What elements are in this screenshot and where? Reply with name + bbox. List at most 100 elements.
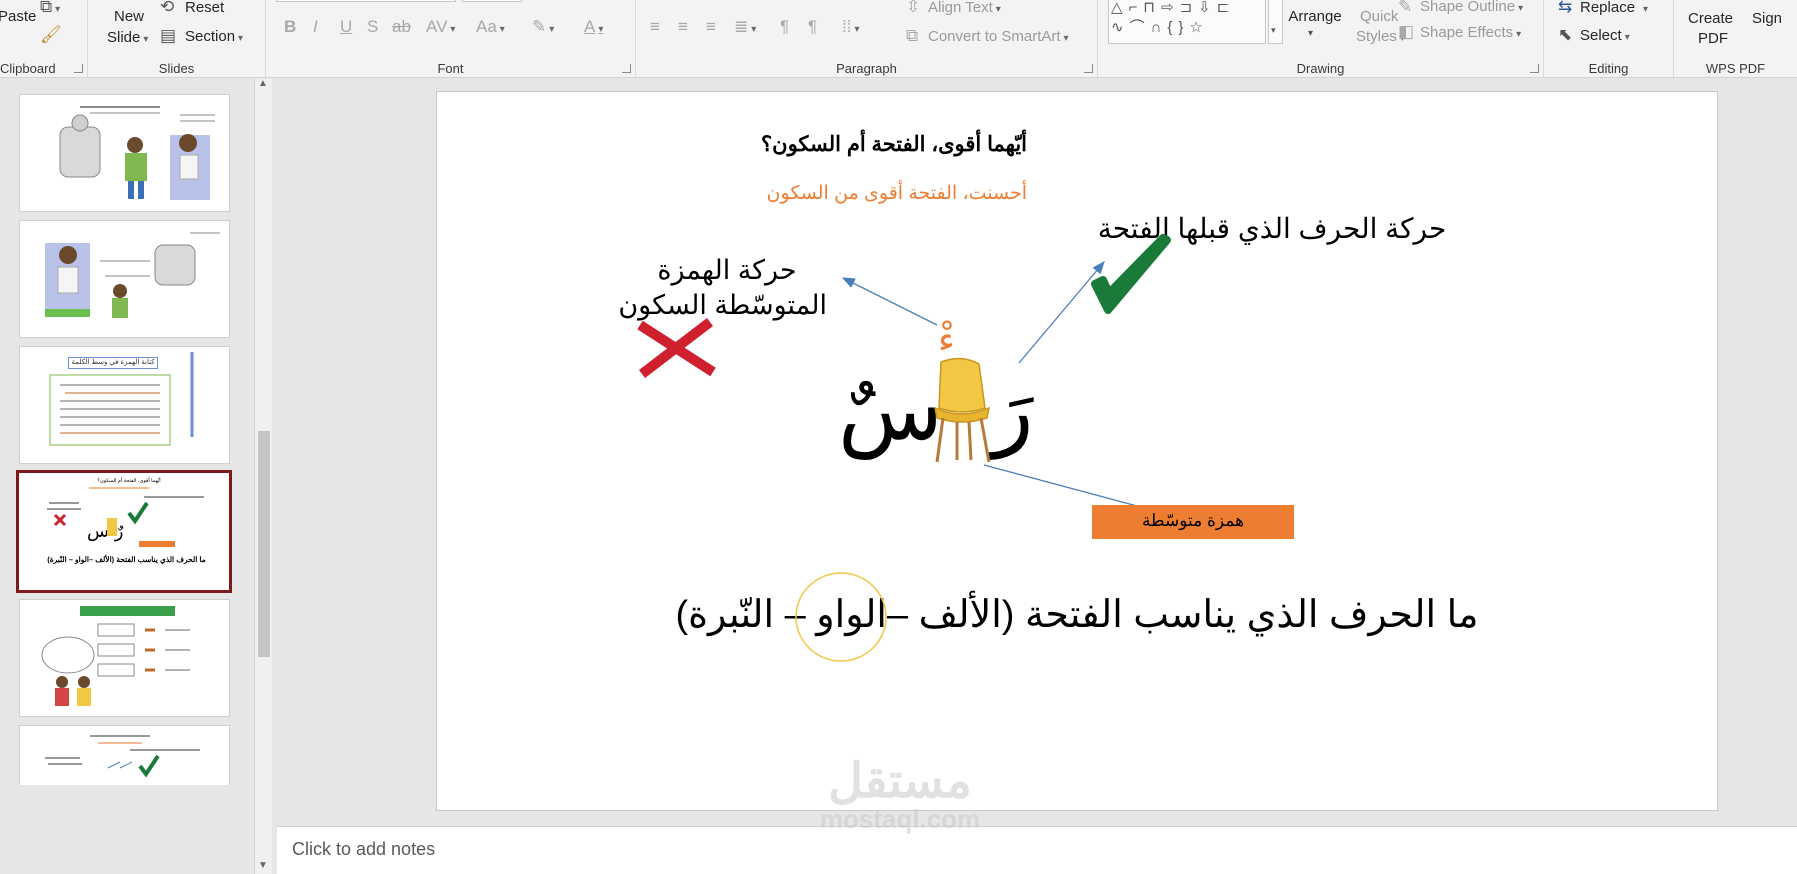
answer-text[interactable]: أحسنت، الفتحة أقوى من السكون	[767, 182, 1027, 205]
arrange-button[interactable]: Arrange	[1280, 8, 1350, 25]
font-group: B I U S ab AV ▾ Aa ▾ ✎ ▾ A ▾ Font	[266, 0, 636, 78]
align-center-icon[interactable]: ≡	[678, 18, 688, 36]
powerpoint-window: Paste ⧉ ▾ 🖌 Clipboard New Slide ▾ ⟲ Reset …	[0, 0, 1797, 874]
thumb-4-bottom: ما الحرف الذي يناسب الفتحة (الألف –الواو…	[47, 555, 206, 564]
thumbnail-scrollbar[interactable]: ▲ ▼	[254, 78, 272, 874]
replace-icon[interactable]: ⇆	[1558, 0, 1572, 16]
sign-button[interactable]: Sign	[1752, 10, 1782, 27]
slide-thumbnail-3[interactable]: كتابة الهمزة في وسط الكلمة	[19, 346, 230, 464]
slide-thumbnail-panel: كتابة الهمزة في وسط الكلمة أيّهما أقوى، …	[0, 78, 274, 874]
change-case-icon[interactable]: Aa ▾	[476, 18, 505, 39]
paragraph-launcher-icon[interactable]	[1084, 64, 1093, 73]
arrange-arrow-icon[interactable]: ▾	[1308, 28, 1313, 39]
create-pdf-button[interactable]: Create	[1688, 10, 1733, 27]
watermark-logo: مستقل mostaql.com	[780, 755, 1020, 835]
shape-effects-button[interactable]: Shape Effects ▾	[1420, 24, 1521, 41]
underline-icon[interactable]: U	[340, 18, 352, 36]
clipboard-group: Paste ⧉ ▾ 🖌 Clipboard	[0, 0, 88, 78]
word-right-letter[interactable]: رَ	[992, 360, 1034, 460]
new-slide-label[interactable]: Slide ▾	[107, 29, 148, 46]
thumb-3-lines	[49, 352, 194, 446]
font-name-box[interactable]	[276, 0, 456, 2]
font-color-icon[interactable]: A ▾	[584, 18, 603, 39]
watermark-en: mostaql.com	[819, 804, 981, 834]
scroll-up-icon[interactable]: ▲	[258, 78, 268, 89]
smartart-icon[interactable]: ⧉	[906, 27, 918, 45]
create-pdf-label[interactable]: PDF	[1698, 30, 1728, 47]
font-launcher-icon[interactable]	[622, 64, 631, 73]
drawing-launcher-icon[interactable]	[1530, 64, 1539, 73]
notes-placeholder[interactable]: Click to add notes	[292, 839, 435, 860]
slide-thumbnail-5[interactable]	[19, 599, 230, 717]
drawing-group: △⌐⊓⇨⊐⇩⊏ ∿⌒∩{}☆ ▾ Arrange ▾ Quick Styles ▾…	[1098, 0, 1544, 78]
slide-thumbnail-2[interactable]	[19, 220, 230, 338]
thumb-6-illustration	[45, 735, 200, 778]
copy-icon[interactable]: ⧉ ▾	[40, 0, 60, 19]
quick-styles-button[interactable]: Quick	[1360, 8, 1398, 25]
slide-thumbnail-6[interactable]	[19, 725, 230, 785]
shadow-icon[interactable]: S	[367, 18, 378, 36]
scroll-thumb[interactable]	[258, 431, 270, 657]
align-text-button[interactable]: Align Text ▾	[928, 0, 1001, 16]
align-right-icon[interactable]: ≡	[706, 18, 716, 36]
align-left-icon[interactable]: ≡	[650, 18, 660, 36]
shapes-gallery[interactable]: △⌐⊓⇨⊐⇩⊏ ∿⌒∩{}☆	[1108, 0, 1266, 44]
italic-icon[interactable]: I	[313, 18, 318, 36]
current-slide[interactable]: أيّهما أقوى، الفتحة أم السكون؟ أحسنت، ال…	[436, 91, 1718, 811]
bold-icon[interactable]: B	[284, 18, 296, 36]
font-size-box[interactable]	[462, 0, 522, 2]
convert-smartart-button[interactable]: Convert to SmartArt ▾	[928, 28, 1069, 45]
new-slide-button[interactable]: New	[114, 8, 144, 25]
paragraph-label: Paragraph	[836, 61, 897, 76]
hamza-badge[interactable]: همزة متوسّطة	[1092, 505, 1294, 539]
format-painter-icon[interactable]: 🖌	[40, 26, 62, 44]
strikethrough-icon[interactable]: ab	[392, 18, 411, 36]
shapes-row-2-icon[interactable]: ∿⌒∩{}☆	[1111, 19, 1209, 37]
slides-group: New Slide ▾ ⟲ Reset ▤ Section ▾ Slides	[88, 0, 266, 78]
shape-outline-button[interactable]: Shape Outline ▾	[1420, 0, 1523, 15]
select-button[interactable]: Select ▾	[1580, 27, 1630, 44]
left-label-line-2[interactable]: المتوسّطة السكون	[618, 288, 827, 323]
char-spacing-icon[interactable]: AV ▾	[426, 18, 455, 39]
thumb-4-illustration: رٌ س	[47, 487, 204, 547]
editing-label: Editing	[1588, 61, 1629, 76]
bottom-question[interactable]: ما الحرف الذي يناسب الفتحة (الألف –الواو…	[537, 592, 1617, 637]
clipboard-launcher-icon[interactable]	[74, 64, 83, 73]
question-text[interactable]: أيّهما أقوى، الفتحة أم السكون؟	[761, 132, 1027, 157]
section-button[interactable]: Section ▾	[185, 28, 243, 45]
slide-thumbnail-4[interactable]: أيّهما أقوى، الفتحة أم السكون؟ رٌ س ما ا…	[16, 470, 232, 593]
check-mark-icon	[1091, 234, 1171, 314]
replace-button[interactable]: Replace ▾	[1580, 0, 1648, 16]
hamza-mark[interactable]: ءْ	[938, 320, 955, 361]
paste-button[interactable]: Paste	[0, 8, 36, 25]
select-cursor-icon[interactable]: ⬉	[1558, 26, 1572, 44]
shape-outline-icon[interactable]: ✎	[1398, 0, 1412, 16]
wps-pdf-label: WPS PDF	[1705, 61, 1766, 76]
left-label-line-1[interactable]: حركة الهمزة	[627, 253, 827, 288]
slides-label: Slides	[158, 61, 195, 76]
highlight-icon[interactable]: ✎ ▾	[532, 18, 554, 39]
svg-text:رٌ س: رٌ س	[87, 521, 124, 542]
reset-button[interactable]: Reset	[185, 0, 224, 16]
drawing-label: Drawing	[1296, 61, 1345, 76]
section-icon[interactable]: ▤	[160, 27, 176, 45]
ltr-icon[interactable]: ¶	[780, 18, 789, 36]
paragraph-group: ≡ ≡ ≡ ≣ ▾ ¶ ¶ ⁞⁞ ▾ ⇳ Align Text ▾ ⧉ Convert…	[636, 0, 1098, 78]
scroll-down-icon[interactable]: ▼	[258, 860, 268, 871]
wps-pdf-group: Create PDF Sign WPS PDF	[1674, 0, 1797, 78]
columns-icon[interactable]: ⁞⁞ ▾	[842, 18, 859, 39]
reset-icon[interactable]: ⟲	[160, 0, 174, 16]
cross-mark-icon	[637, 318, 716, 378]
rtl-icon[interactable]: ¶	[808, 18, 817, 36]
shapes-row-1-icon[interactable]: △⌐⊓⇨⊐⇩⊏	[1111, 0, 1235, 17]
shape-effects-icon[interactable]: ◧	[1398, 23, 1414, 41]
align-text-icon[interactable]: ⇳	[906, 0, 920, 16]
notes-pane[interactable]: Click to add notes	[277, 826, 1797, 874]
highlight-circle	[795, 572, 887, 662]
slide-thumbnail-1[interactable]	[19, 94, 230, 212]
watermark-ar: مستقل	[828, 755, 972, 808]
chair-icon[interactable]	[927, 356, 997, 466]
thumb-1-illustration	[59, 106, 215, 200]
justify-icon[interactable]: ≣ ▾	[734, 18, 756, 39]
right-label[interactable]: حركة الحرف الذي قبلها الفتحة	[1087, 212, 1457, 245]
